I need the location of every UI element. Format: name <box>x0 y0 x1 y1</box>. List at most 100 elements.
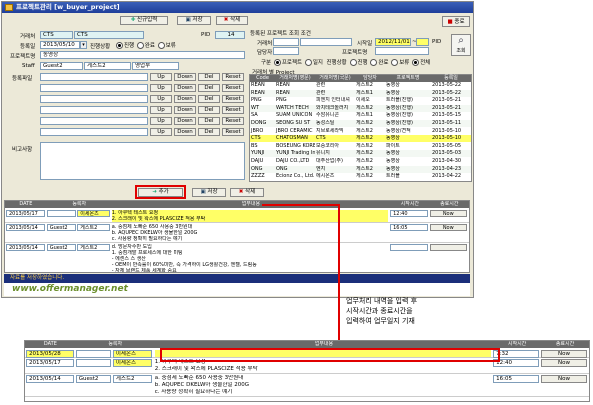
save-button[interactable]: ▣ 저장 <box>177 16 211 25</box>
log-end-time-field[interactable] <box>429 244 467 251</box>
add-log-button[interactable]: ➜ 추가 <box>138 188 183 197</box>
table-row[interactable]: ZZZZ Ecionz Co., Ltd. 에시온즈 게스트2 트러블 2013-04-2… <box>250 173 471 180</box>
log-row[interactable]: 2013/05/14 Guest2 게스트2 d. 방문자수만 도입 1. 중점개발 프… <box>5 243 469 272</box>
file-reset-button[interactable]: Reset <box>222 106 244 114</box>
log-user-code-dropdown[interactable]: Guest2 <box>75 375 112 383</box>
table-row[interactable]: WT WATCH TECH 와치테크놀러지 게스트2 동영상(진행) 2013-05-21 <box>250 104 471 112</box>
log-content-field[interactable]: a. 중점제 노빠준 650 사용중 3만원대 b. AQUPEC DKELW아 … <box>155 375 491 396</box>
calendar-dropdown-icon[interactable]: ▾ <box>80 41 87 49</box>
table-row[interactable]: YUNJI YUNJI Trading Inc 유니지 게스트2 동영상 2013-05-… <box>250 150 471 158</box>
log-end-time-field[interactable]: Now <box>541 375 587 383</box>
file-down-button[interactable]: Down <box>174 106 196 114</box>
staff-dept-field[interactable]: 영업부 <box>132 62 179 70</box>
file-reset-button[interactable]: Reset <box>222 128 244 136</box>
group-radio-project[interactable] <box>273 59 281 66</box>
file-path-field[interactable] <box>40 73 148 81</box>
customer-name-field[interactable]: CTS <box>74 31 144 39</box>
log-end-time-field[interactable]: Now <box>429 224 467 231</box>
log-date-field[interactable]: 2013/05/14 <box>6 244 45 251</box>
status-radio-done[interactable] <box>136 42 144 49</box>
file-down-button[interactable]: Down <box>174 84 196 92</box>
pid-field[interactable]: 14 <box>215 31 245 39</box>
log-row[interactable]: 2013/05/14 Guest2 게스트2 a. 중점제 노빠준 650 사용중 3… <box>25 374 589 397</box>
log-row[interactable]: 2013/05/14 Guest2 게스트2 a. 중점제 노빠준 650 사용중 3… <box>5 223 469 243</box>
log-date-field[interactable]: 2013/05/14 <box>6 224 45 231</box>
file-up-button[interactable]: Up <box>150 73 172 81</box>
log-save-button[interactable]: ▣ 저장 <box>192 188 226 197</box>
file-del-button[interactable]: Del <box>198 84 220 92</box>
owner-dropdown[interactable] <box>273 47 299 55</box>
note-textarea[interactable] <box>40 142 245 180</box>
close-button[interactable]: ■ 종료 <box>442 16 470 27</box>
log-date-field[interactable]: 2013/05/17 <box>26 359 74 367</box>
log-end-time-field[interactable]: Now <box>541 359 587 367</box>
log-delete-button[interactable]: ✖ 삭제 <box>230 188 264 197</box>
file-path-field[interactable] <box>40 106 148 114</box>
search-status-progress[interactable] <box>349 59 357 66</box>
reg-date-field[interactable]: 2013/05/10 <box>40 41 80 49</box>
search-status-hold[interactable] <box>391 59 399 66</box>
file-up-button[interactable]: Up <box>150 106 172 114</box>
table-row[interactable]: REAN REAN 관련 게스트2 동영상 2013-05-22 <box>250 82 471 89</box>
table-row[interactable]: DONG SEONG SU ST 동성스틸 게스트2 동영상(진행) 2013-05-11 <box>250 120 471 127</box>
log-user-name-field[interactable]: 이세온즈 <box>112 359 153 367</box>
file-del-button[interactable]: Del <box>198 73 220 81</box>
file-down-button[interactable]: Down <box>174 128 196 136</box>
file-reset-button[interactable]: Reset <box>222 73 244 81</box>
file-down-button[interactable]: Down <box>174 73 196 81</box>
file-reset-button[interactable]: Reset <box>222 84 244 92</box>
log-start-time-field[interactable]: 12:40 <box>390 210 428 217</box>
file-up-button[interactable]: Up <box>150 95 172 103</box>
log-start-time-field[interactable]: 16:05 <box>493 375 540 383</box>
customer-code-field[interactable]: CTS <box>40 31 73 39</box>
staff-name-field[interactable]: 게스트2 <box>84 62 131 70</box>
table-row[interactable]: CTS CHATOSMAN CTS 게스트2 동영상 2013-05-10 <box>250 135 471 143</box>
file-path-field[interactable] <box>40 117 148 125</box>
file-del-button[interactable]: Del <box>198 106 220 114</box>
table-row[interactable]: SA SUAM UNICON 수암유니콘 게스트1 동영상(진행) 2013-05-15 <box>250 112 471 119</box>
log-start-time-field[interactable]: 12:40 <box>493 359 540 367</box>
search-customer-code[interactable] <box>273 38 299 46</box>
log-user-name-field[interactable]: 게스트2 <box>77 224 110 231</box>
file-reset-button[interactable]: Reset <box>222 95 244 103</box>
log-date-field[interactable]: 2013/05/28 <box>26 350 74 358</box>
group-radio-diary[interactable] <box>304 59 312 66</box>
status-radio-hold[interactable] <box>157 42 165 49</box>
log-start-time-field[interactable]: 7:32 <box>493 350 540 358</box>
log-user-name-field[interactable]: 이세온즈 <box>112 350 153 358</box>
table-row[interactable]: BS BOSEUNG KOREA보승코리아 게스트2 파이트 2013-05-05 <box>250 143 471 150</box>
search-button[interactable]: ⌕ 조회 <box>451 34 471 56</box>
file-up-button[interactable]: Up <box>150 128 172 136</box>
log-date-field[interactable]: 2013/05/14 <box>26 375 74 383</box>
log-content-field[interactable]: d. 방문자수만 도입 1. 중점개발 프로세스에 대한 미팅 - 에센스 스 생산… <box>112 244 388 272</box>
log-end-time-field[interactable]: Now <box>541 350 587 358</box>
log-user-code-dropdown[interactable] <box>75 350 112 358</box>
period-from-field[interactable]: 2012/11/01 <box>375 38 411 46</box>
file-down-button[interactable]: Down <box>174 117 196 125</box>
search-status-done[interactable] <box>370 59 378 66</box>
table-row[interactable]: JBRO JBRO CERAMIC 지브로세라믹 게스트2 동영상/견적 2013-05-… <box>250 128 471 135</box>
log-content-field[interactable]: 1. 아쿠텍 테스트 요청 2. 스크래이 및 왁스에 PLASCIZE 적용 부… <box>111 210 389 222</box>
table-row[interactable]: PNG PNG 피엔지 인터내셔 이세오 트러블(진행) 2013-05-21 <box>250 97 471 104</box>
log-user-code-dropdown[interactable] <box>46 210 76 217</box>
file-del-button[interactable]: Del <box>198 95 220 103</box>
search-project-field[interactable] <box>375 47 429 55</box>
log-date-field[interactable]: 2013/05/17 <box>6 210 45 217</box>
period-to-field[interactable] <box>416 38 429 46</box>
log-user-name-field[interactable]: 이세온즈 <box>77 210 110 217</box>
status-radio-progress[interactable] <box>116 42 123 49</box>
log-row[interactable]: 2013/05/17 이세온즈 1. 아쿠텍 테스트 요청 2. 스크래이 및 왁스에… <box>5 209 469 223</box>
log-user-name-field[interactable]: 게스트2 <box>77 244 110 251</box>
delete-button[interactable]: ✖ 삭제 <box>216 16 248 25</box>
search-status-all[interactable] <box>412 59 420 66</box>
new-entry-button[interactable]: ✚ 신규입력 <box>120 16 168 25</box>
log-start-time-field[interactable]: 16:05 <box>390 224 428 231</box>
log-user-code-dropdown[interactable] <box>75 359 112 367</box>
log-content-field[interactable]: a. 중점제 노빠준 650 사용중 3만원대 b. AQUPEC DKELW아 … <box>112 224 388 242</box>
file-path-field[interactable] <box>40 128 148 136</box>
table-row[interactable]: REAN REAN 관련 게스트1 동영상 2013-05-22 <box>250 89 471 97</box>
file-del-button[interactable]: Del <box>198 128 220 136</box>
file-reset-button[interactable]: Reset <box>222 117 244 125</box>
file-path-field[interactable] <box>40 84 148 92</box>
project-name-field[interactable]: 동영상 <box>40 51 245 59</box>
